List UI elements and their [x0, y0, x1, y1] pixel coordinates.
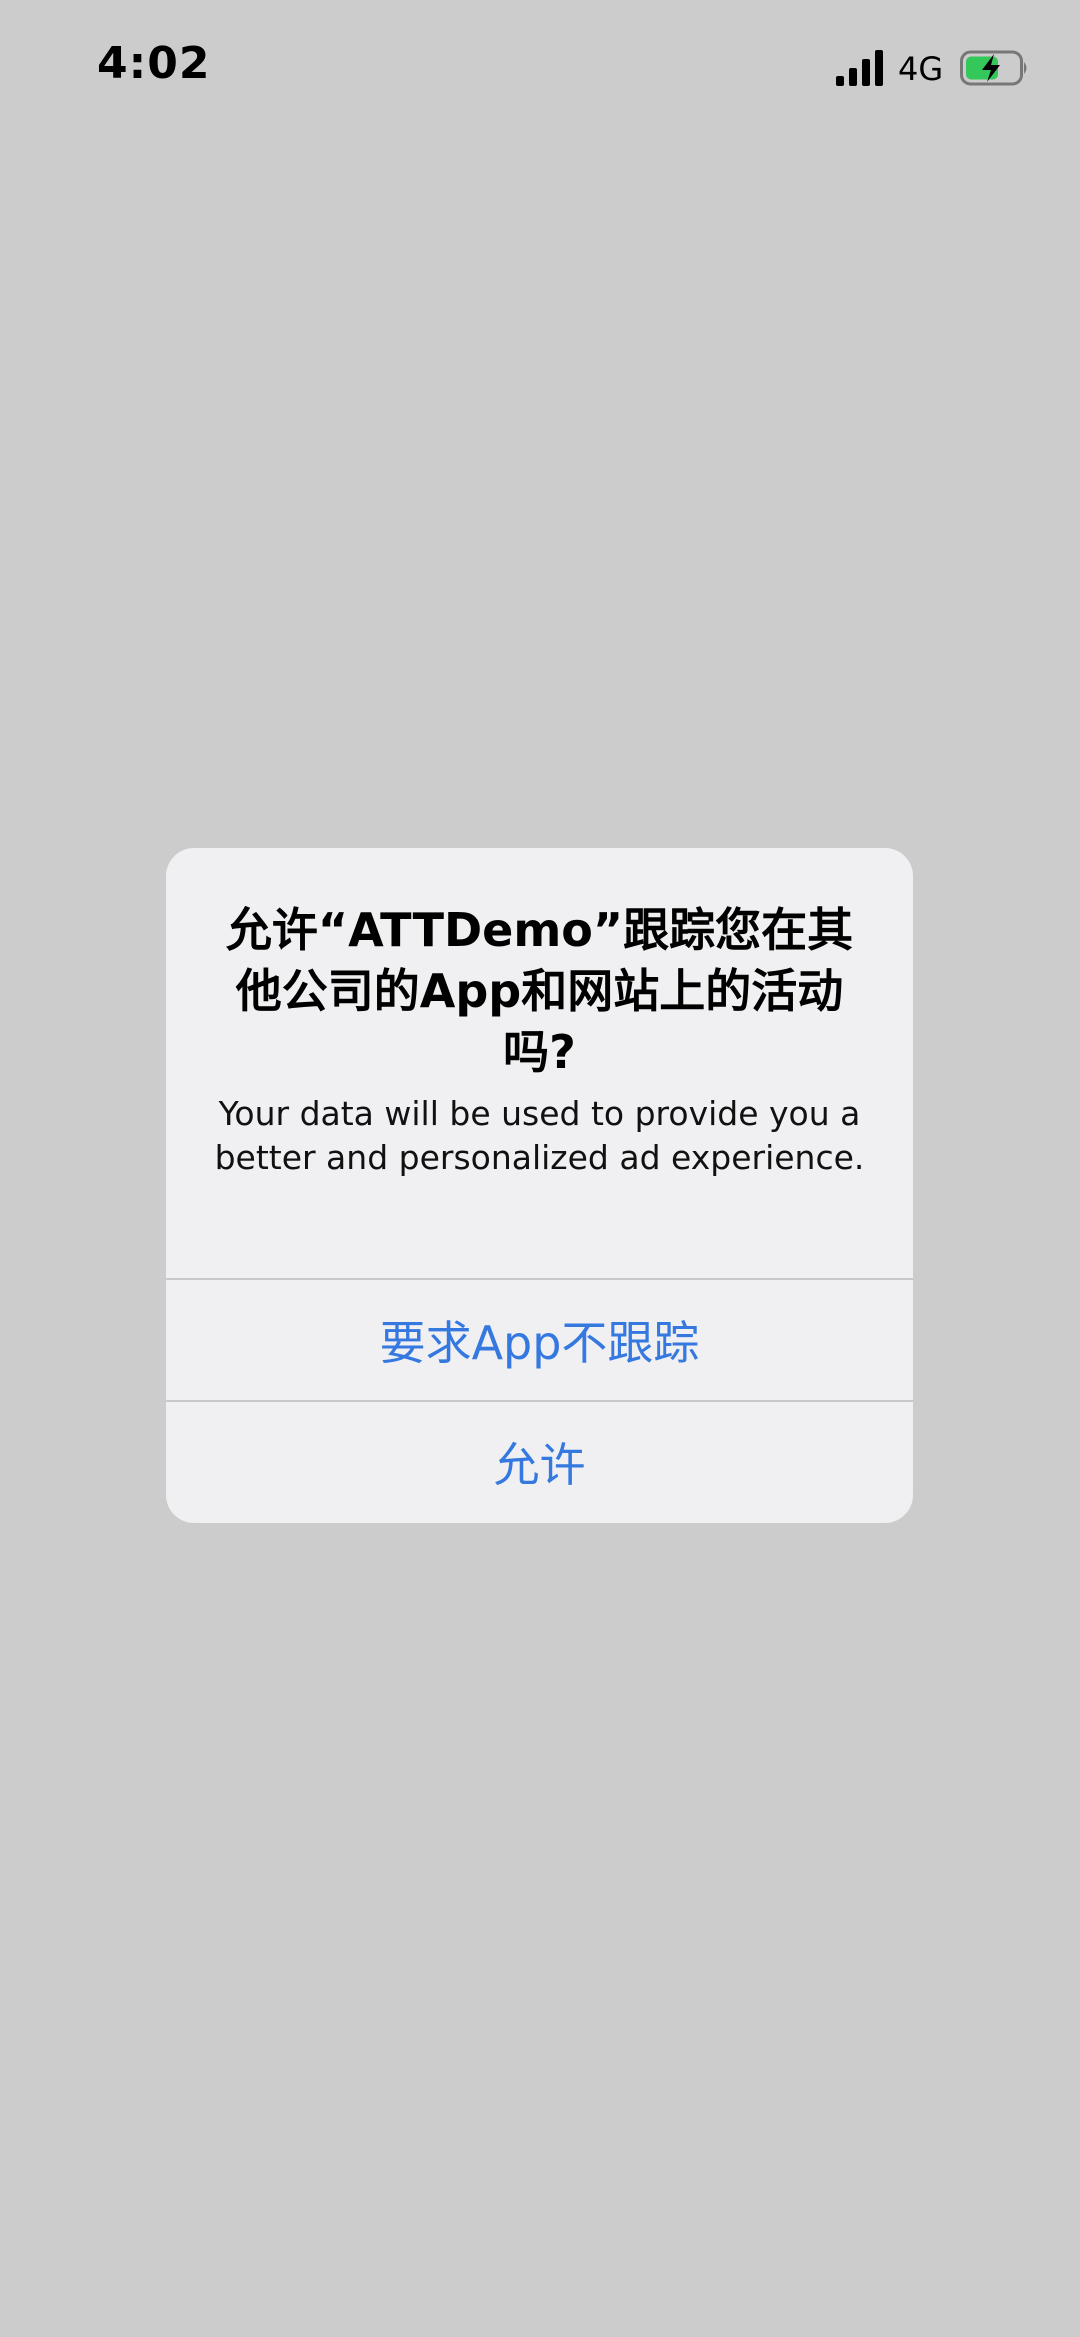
- allow-tracking-button[interactable]: 允许: [166, 1402, 913, 1522]
- signal-bars-icon: [836, 50, 883, 86]
- alert-body: 允许“ATTDemo”跟踪您在其他公司的App和网站上的活动吗? Your da…: [166, 848, 913, 1278]
- alert-message: Your data will be used to provide you a …: [214, 1094, 865, 1177]
- ask-app-not-to-track-button[interactable]: 要求App不跟踪: [166, 1280, 913, 1400]
- network-type-label: 4G: [898, 50, 944, 88]
- battery-charging-icon: [960, 50, 1027, 86]
- alert-title: 允许“ATTDemo”跟踪您在其他公司的App和网站上的活动吗?: [225, 903, 854, 1079]
- status-bar: 4:02 4G: [0, 0, 1080, 140]
- status-time: 4:02: [97, 38, 211, 89]
- tracking-permission-alert: 允许“ATTDemo”跟踪您在其他公司的App和网站上的活动吗? Your da…: [166, 848, 913, 1523]
